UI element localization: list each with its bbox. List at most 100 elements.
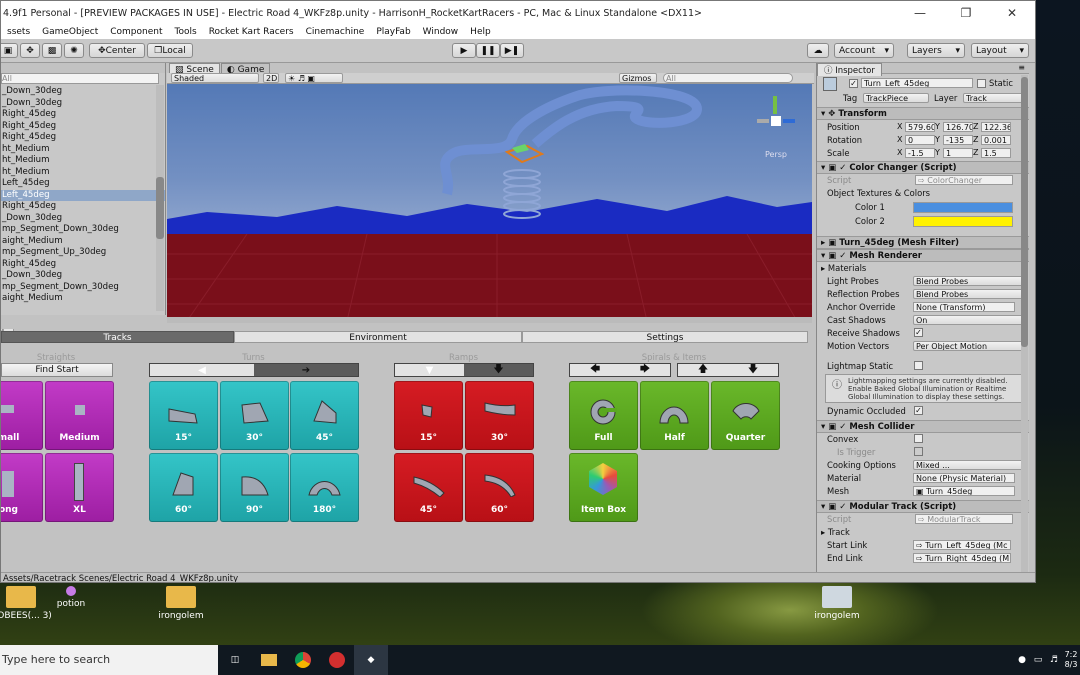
turn-60-tile[interactable]: 60° <box>149 453 218 522</box>
account-dropdown[interactable]: Account ▾ <box>834 43 894 58</box>
hierarchy-item[interactable]: ht_Medium <box>1 167 165 179</box>
hierarchy-item[interactable]: ht_Medium <box>1 144 165 156</box>
spiral-quarter-tile[interactable]: Quarter <box>711 381 780 450</box>
ramp-60-tile[interactable]: 60° <box>465 453 534 522</box>
menu-cinemachine[interactable]: Cinemachine <box>300 27 371 37</box>
hierarchy-item[interactable]: _Down_30deg <box>1 98 165 110</box>
active-checkbox[interactable]: ✓ <box>849 79 858 88</box>
move-tool-icon[interactable]: ✥ <box>20 43 40 58</box>
desktop-icon-irongolem[interactable]: irongolem <box>146 586 216 621</box>
clock[interactable]: 7:2 8/3 <box>1062 650 1080 670</box>
taskbar-search[interactable]: Type here to search <box>0 645 218 675</box>
hierarchy-item[interactable]: aight_Medium <box>1 293 165 305</box>
ramp-30-tile[interactable]: 30° <box>465 381 534 450</box>
ramp-15-tile[interactable]: 15° <box>394 381 463 450</box>
turn-right-arrow-icon[interactable]: ➔ <box>254 364 358 376</box>
mesh-renderer-header[interactable]: ▾ ▣ ✓ Mesh Renderer <box>817 249 1029 262</box>
mic-icon[interactable]: ● <box>1014 645 1030 675</box>
scene-viewport[interactable]: Persp <box>167 84 812 321</box>
reflection-probes-dropdown[interactable]: Blend Probes <box>913 289 1023 299</box>
layout-dropdown[interactable]: Layout ▾ <box>971 43 1029 58</box>
straight-long-tile[interactable]: ong <box>1 453 43 522</box>
browser-icon[interactable] <box>320 645 354 675</box>
transform-pos-x-field[interactable]: 579.60 <box>905 122 935 132</box>
desktop-icon-potion[interactable]: potion <box>36 586 106 609</box>
collider-material-field[interactable]: None (Physic Material) <box>913 473 1015 483</box>
scale-tool-icon[interactable]: ▩ <box>42 43 62 58</box>
layers-dropdown[interactable]: Layers ▾ <box>907 43 965 58</box>
turn-90-tile[interactable]: 90° <box>220 453 289 522</box>
mesh-collider-header[interactable]: ▾ ▣ ✓ Mesh Collider <box>817 420 1029 433</box>
hierarchy-item[interactable]: Right_45deg <box>1 121 165 133</box>
straight-small-tile[interactable]: mall <box>1 381 43 450</box>
collider-mesh-field[interactable]: ▣ Turn_45deg <box>913 486 1015 496</box>
transform-scale-x-field[interactable]: -1.5 <box>905 148 935 158</box>
volume-icon[interactable]: ♬ <box>1046 645 1062 675</box>
menu-assets[interactable]: ssets <box>1 27 36 37</box>
modular-track-header[interactable]: ▾ ▣ ✓ Modular Track (Script) <box>817 500 1029 513</box>
menu-tools[interactable]: Tools <box>169 27 203 37</box>
static-checkbox[interactable] <box>977 79 986 88</box>
cooking-options-dropdown[interactable]: Mixed ... <box>913 460 1023 470</box>
hierarchy-item[interactable]: _Down_30deg <box>1 86 165 98</box>
start-link-field[interactable]: ⇨ Turn_Left_45deg (Mc <box>913 540 1011 550</box>
ramp-down-arrow-icon[interactable]: 🡇 <box>464 364 533 376</box>
tab-inspector[interactable]: ⓘ Inspector <box>817 63 882 76</box>
desktop-icon-irongolem-2[interactable]: irongolem <box>802 586 872 621</box>
transform-scale-y-field[interactable]: 1 <box>943 148 973 158</box>
pause-icon[interactable]: ❚❚ <box>476 43 500 58</box>
transform-header[interactable]: ▾ ✥ Transform <box>817 107 1029 120</box>
tab-tracks[interactable]: Tracks <box>1 331 234 343</box>
scene-search[interactable]: All <box>663 73 793 83</box>
pivot-center-button[interactable]: ✥ Center <box>89 43 145 58</box>
straight-medium-tile[interactable]: Medium <box>45 381 114 450</box>
straight-xl-tile[interactable]: XL <box>45 453 114 522</box>
hierarchy-item[interactable]: mp_Segment_Down_30deg <box>1 224 165 236</box>
end-link-field[interactable]: ⇨ Turn_Right_45deg (M <box>913 553 1011 563</box>
transform-scale-z-field[interactable]: 1.5 <box>981 148 1011 158</box>
2d-toggle[interactable]: 2D <box>263 73 279 83</box>
cloud-icon[interactable]: ☁ <box>807 43 829 58</box>
hierarchy-search[interactable]: All <box>1 73 159 84</box>
hierarchy-item[interactable]: _Down_30deg <box>1 213 165 225</box>
spiral-right-arrow-icon[interactable]: 🡆 <box>620 364 670 376</box>
hierarchy-item[interactable]: Right_45deg <box>1 259 165 271</box>
minimize-icon[interactable]: — <box>897 1 943 25</box>
inspector-menu-icon[interactable]: ≡ <box>1018 63 1025 72</box>
gizmos-dropdown[interactable]: Gizmos <box>619 73 657 83</box>
hierarchy-item[interactable]: ht_Medium <box>1 155 165 167</box>
transform-rot-y-field[interactable]: -135 <box>943 135 973 145</box>
color-changer-header[interactable]: ▾ ▣ ✓ Color Changer (Script) <box>817 161 1029 174</box>
hierarchy-item[interactable]: aight_Medium <box>1 236 165 248</box>
dynamic-occluded-checkbox[interactable]: ✓ <box>914 406 923 415</box>
menu-rocket-kart-racers[interactable]: Rocket Kart Racers <box>203 27 300 37</box>
find-start-button[interactable]: Find Start <box>1 363 113 377</box>
maximize-icon[interactable]: ❐ <box>943 1 989 25</box>
pivot-local-button[interactable]: ❐ Local <box>147 43 193 58</box>
cast-shadows-dropdown[interactable]: On <box>913 315 1023 325</box>
step-icon[interactable]: ▶❚ <box>500 43 524 58</box>
object-name-field[interactable]: Turn_Left_45deg <box>861 78 973 88</box>
task-view-icon[interactable]: ◫ <box>218 645 252 675</box>
hierarchy-item[interactable]: mp_Segment_Down_30deg <box>1 282 165 294</box>
network-icon[interactable]: ▭ <box>1030 645 1046 675</box>
turn-15-tile[interactable]: 15° <box>149 381 218 450</box>
transform-rot-x-field[interactable]: 0 <box>905 135 935 145</box>
unity-taskbar-icon[interactable]: ◆ <box>354 645 388 675</box>
hierarchy-item[interactable]: Left_45deg <box>1 189 165 201</box>
spiral-left-arrow-icon[interactable]: 🡄 <box>570 364 620 376</box>
transform-rot-z-field[interactable]: 0.001 <box>981 135 1011 145</box>
lightmap-static-checkbox[interactable] <box>914 361 923 370</box>
file-explorer-icon[interactable] <box>252 645 286 675</box>
hierarchy-scrollbar[interactable] <box>156 85 164 311</box>
turn-180-tile[interactable]: 180° <box>290 453 359 522</box>
menu-help[interactable]: Help <box>464 27 497 37</box>
hierarchy-item[interactable]: Right_45deg <box>1 109 165 121</box>
spiral-down-arrow-icon[interactable]: 🡇 <box>728 364 778 376</box>
transform-pos-z-field[interactable]: 122.36 <box>981 122 1011 132</box>
scene-hscroll[interactable] <box>167 317 812 323</box>
spiral-up-arrow-icon[interactable]: 🡅 <box>678 364 728 376</box>
spiral-half-tile[interactable]: Half <box>640 381 709 450</box>
close-icon[interactable]: ✕ <box>989 1 1035 25</box>
orientation-gizmo[interactable] <box>755 96 797 142</box>
